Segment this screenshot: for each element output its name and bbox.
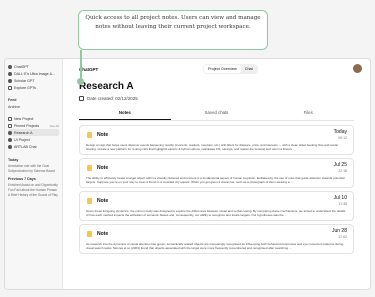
note-date: Jul 10	[333, 195, 347, 201]
sidebar-item-explore[interactable]: Explore GPTs	[8, 84, 59, 91]
project-icon	[8, 137, 12, 142]
note-text: The ability to efficiently locate a targ…	[86, 176, 345, 185]
calendar-icon	[79, 96, 84, 101]
avatar[interactable]	[353, 64, 362, 73]
note-time: 17:02	[338, 235, 347, 239]
note-time: 09:12	[338, 136, 347, 140]
note-title: Note	[97, 132, 109, 138]
tab-saved-chats[interactable]: Saved chats	[171, 107, 263, 120]
new-project-button[interactable]: New Project	[8, 115, 59, 122]
note-title: Note	[97, 165, 109, 171]
sidebar-item-research-a[interactable]: Research A	[8, 129, 59, 136]
see-all-link[interactable]: See All	[50, 124, 59, 128]
sidebar-item-feed[interactable]: Feed	[8, 96, 59, 103]
tab-project-overview[interactable]: Project Overview	[204, 65, 241, 73]
callout-dot	[77, 78, 84, 85]
page-title: Research A	[79, 81, 134, 92]
tab-notes[interactable]: Notes	[79, 107, 171, 120]
note-icon	[87, 198, 92, 204]
note-date: Jul 25	[333, 162, 347, 168]
scholar-icon	[8, 78, 12, 83]
plus-icon	[8, 116, 12, 121]
content-tabs: Notes Saved chats Files	[79, 107, 354, 121]
sidebar-item-scholar[interactable]: Scholar GPT	[8, 77, 59, 84]
tab-chat[interactable]: Chat	[241, 65, 257, 73]
sidebar-item-archive[interactable]: Archive	[8, 103, 59, 110]
sidebar: ChatGPT DALL·E's Ultra Image &... Schola…	[5, 59, 63, 289]
note-icon	[87, 132, 92, 138]
chatgpt-icon	[8, 64, 12, 69]
dalle-icon	[8, 71, 12, 76]
tooltip-callout: Quick access to all project notes. Users…	[78, 10, 268, 50]
view-toggle: Project Overview Chat	[203, 64, 258, 74]
notes-list: Note Today 09:12 Design an app that help…	[79, 125, 354, 254]
project-icon	[8, 144, 12, 149]
note-card[interactable]: Note Jul 10 11:35 Given these intriguing…	[79, 191, 354, 221]
note-text: Design an app that helps users discover …	[86, 143, 338, 152]
note-icon	[87, 165, 92, 171]
note-date: Today	[333, 129, 347, 135]
pin-icon	[8, 123, 12, 128]
note-time: 11:35	[338, 202, 348, 206]
sidebar-item-artlab[interactable]: ARTLAB Chat	[8, 143, 59, 150]
note-title: Note	[97, 198, 109, 204]
main-panel: ChatGPT Project Overview Chat Research A…	[63, 59, 370, 289]
tab-files[interactable]: Files	[262, 107, 354, 120]
date-created: Date created: 02/12/2025	[79, 96, 354, 101]
sidebar-item-dalle[interactable]: DALL·E's Ultra Image &...	[8, 70, 59, 77]
history-item[interactable]: A Brief History of the Sound of Play	[8, 193, 59, 198]
note-time: 22:18	[338, 169, 347, 173]
note-card[interactable]: Note Today 09:12 Design an app that help…	[79, 125, 354, 155]
note-text: As research into the dynamics of visual …	[86, 242, 344, 251]
sidebar-item-chatgpt[interactable]: ChatGPT	[8, 63, 59, 70]
history-item[interactable]: Subproduction by Scheme Board	[8, 169, 59, 174]
note-icon	[87, 231, 92, 237]
note-card[interactable]: Note Jul 25 22:18 The ability to efficie…	[79, 158, 354, 188]
note-text: Given these intriguing dynamics, the cur…	[86, 209, 346, 218]
note-date: Jun 28	[331, 228, 347, 234]
note-title: Note	[97, 231, 109, 237]
app-title: ChatGPT	[79, 66, 99, 72]
grid-icon	[8, 85, 12, 90]
project-icon	[8, 130, 12, 135]
pinned-projects-header: Pinned Projects See All	[8, 122, 59, 129]
note-card[interactable]: Note Jun 28 17:02 As research into the d…	[79, 224, 354, 254]
sidebar-item-ui-project[interactable]: UI Project	[8, 136, 59, 143]
app-window: ChatGPT DALL·E's Ultra Image &... Schola…	[4, 58, 371, 290]
callout-connector	[80, 50, 82, 80]
